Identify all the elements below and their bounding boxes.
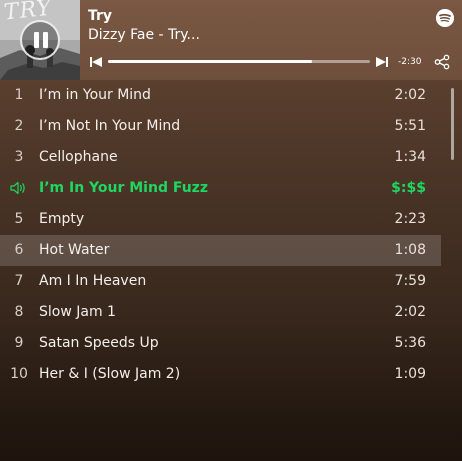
track-list: 1 I’m in Your Mind 2:02 2 I’m Not In You… (0, 80, 441, 390)
track-name: Empty (39, 211, 85, 227)
track-row[interactable]: 1 I’m in Your Mind 2:02 (0, 80, 441, 111)
track-row-selected[interactable]: 6 Hot Water 1:08 (0, 235, 441, 266)
progress-bar[interactable] (108, 60, 370, 63)
skip-previous-icon[interactable] (90, 56, 102, 68)
share-icon[interactable] (434, 54, 450, 70)
track-row[interactable]: 2 I’m Not In Your Mind 5:51 (0, 111, 441, 142)
track-number: 2 (14, 118, 24, 134)
speaker-icon (10, 181, 25, 195)
track-name: Satan Speeds Up (39, 335, 159, 351)
track-number: 8 (14, 304, 24, 320)
track-row[interactable]: 5 Empty 2:23 (0, 204, 441, 235)
spotify-embed-player: TRY Try Dizzy Fae - Try... -2:30 1 I’m i… (0, 0, 462, 461)
pause-button[interactable] (20, 20, 60, 60)
track-duration: 1:34 (394, 149, 426, 165)
artist-album-line[interactable]: Dizzy Fae - Try... (88, 27, 200, 43)
track-duration: 2:02 (394, 304, 426, 320)
track-number: 9 (14, 335, 24, 351)
pause-icon-bar-left (34, 32, 39, 48)
album-cover[interactable]: TRY (0, 0, 80, 80)
progress-fill (108, 60, 313, 63)
track-duration: 2:23 (394, 211, 426, 227)
skip-next-icon[interactable] (376, 56, 388, 68)
time-remaining: -2:30 (398, 57, 422, 67)
pause-icon-bar-right (43, 32, 48, 48)
track-duration: 5:36 (394, 335, 426, 351)
track-row[interactable]: 3 Cellophane 1:34 (0, 142, 441, 173)
track-duration: 2:02 (394, 87, 426, 103)
track-title[interactable]: Try (88, 8, 112, 24)
track-row[interactable]: 7 Am I In Heaven 7:59 (0, 266, 441, 297)
track-number: 5 (14, 211, 24, 227)
track-row[interactable]: 10 Her & I (Slow Jam 2) 1:09 (0, 359, 441, 390)
track-duration: $:$$ (391, 180, 426, 196)
track-name: Hot Water (39, 242, 110, 258)
track-row-now-playing[interactable]: I’m In Your Mind Fuzz $:$$ (0, 173, 441, 204)
track-number: 7 (14, 273, 24, 289)
track-duration: 1:08 (394, 242, 426, 258)
track-number: 6 (14, 242, 24, 258)
track-name: Slow Jam 1 (39, 304, 116, 320)
track-name: I’m in Your Mind (39, 87, 151, 103)
track-name: Am I In Heaven (39, 273, 147, 289)
track-list-scrollbar[interactable] (451, 88, 454, 160)
track-number: 3 (14, 149, 24, 165)
track-name: Cellophane (39, 149, 118, 165)
track-duration: 5:51 (394, 118, 426, 134)
track-number: 1 (14, 87, 24, 103)
spotify-icon[interactable] (436, 9, 454, 27)
track-name: I’m In Your Mind Fuzz (39, 180, 208, 196)
track-name: Her & I (Slow Jam 2) (39, 366, 181, 382)
track-duration: 7:59 (394, 273, 426, 289)
track-name: I’m Not In Your Mind (39, 118, 181, 134)
track-number: 10 (10, 366, 28, 382)
track-row[interactable]: 8 Slow Jam 1 2:02 (0, 297, 441, 328)
track-duration: 1:09 (394, 366, 426, 382)
now-playing-header: TRY Try Dizzy Fae - Try... -2:30 (0, 0, 462, 80)
track-row[interactable]: 9 Satan Speeds Up 5:36 (0, 328, 441, 359)
